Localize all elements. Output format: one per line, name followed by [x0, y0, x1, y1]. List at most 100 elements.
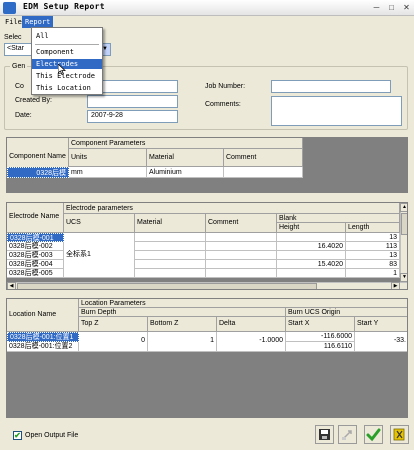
- open-output-checkbox[interactable]: ✔: [13, 431, 22, 440]
- comments-field[interactable]: [271, 96, 402, 126]
- menu-separator: [35, 44, 99, 45]
- electrode-height-cell[interactable]: [277, 251, 346, 260]
- scroll-thumb[interactable]: [401, 213, 407, 235]
- start-y-header: Start Y: [355, 317, 407, 332]
- comment-header: Comment: [224, 149, 303, 167]
- close-button[interactable]: ✕: [401, 3, 412, 13]
- component-units-cell[interactable]: mm: [69, 167, 147, 178]
- component-material-cell[interactable]: Aluminium: [147, 167, 224, 178]
- minimize-button[interactable]: ─: [371, 3, 382, 13]
- title-bar: EDM Setup Report ─ □ ✕: [0, 0, 414, 16]
- material-header: Material: [147, 149, 224, 167]
- bottom-z-cell[interactable]: 1: [148, 332, 217, 352]
- electrode-height-cell[interactable]: 15.4020: [277, 260, 346, 269]
- component-grid: Component Name Component Parameters Unit…: [6, 137, 408, 193]
- electrode-comment-cell[interactable]: [206, 260, 277, 269]
- menu-item-electrodes[interactable]: Electrodes: [32, 59, 102, 69]
- maximize-button[interactable]: □: [386, 3, 397, 13]
- save-button[interactable]: [315, 425, 334, 444]
- delta-cell[interactable]: -1.0000: [217, 332, 286, 352]
- menu-item-this-location[interactable]: This Location: [32, 83, 102, 93]
- date-value: 2007-9-28: [91, 112, 123, 119]
- electrode-comment-cell[interactable]: [206, 269, 277, 278]
- electrode-length-cell[interactable]: 13: [346, 233, 400, 242]
- location-parameters-header: Location Parameters: [79, 299, 407, 308]
- electrode-material-cell[interactable]: [135, 269, 206, 278]
- date-label: Date:: [15, 112, 32, 119]
- mouse-cursor-icon: [58, 64, 66, 75]
- date-field[interactable]: 2007-9-28: [87, 110, 178, 123]
- electrode-comment-cell[interactable]: [206, 233, 277, 242]
- electrode-height-cell[interactable]: [277, 269, 346, 278]
- units-header: Units: [69, 149, 147, 167]
- menu-item-this-electrode[interactable]: This Electrode: [32, 71, 102, 81]
- electrode-material-cell[interactable]: [135, 251, 206, 260]
- electrode-row-name[interactable]: 0328后模-002: [7, 242, 64, 251]
- start-x-cell[interactable]: -116.6000: [286, 332, 355, 342]
- electrode-material-cell[interactable]: [135, 233, 206, 242]
- electrode-material-header: Material: [135, 214, 206, 233]
- select-label: Selec: [4, 34, 22, 41]
- electrode-row-name[interactable]: 0328后模-005: [7, 269, 64, 278]
- electrode-length-cell[interactable]: 1: [346, 269, 400, 278]
- electrode-comment-cell[interactable]: [206, 242, 277, 251]
- electrode-name-header: Electrode Name: [7, 203, 64, 233]
- electrode-height-cell[interactable]: 16.4020: [277, 242, 346, 251]
- electrode-horizontal-scrollbar[interactable]: ◀ ▶: [7, 282, 407, 289]
- scroll-right-arrow-icon[interactable]: ▶: [391, 282, 400, 289]
- start-x-cell[interactable]: 116.6110: [286, 342, 355, 352]
- window-title: EDM Setup Report: [23, 2, 105, 11]
- electrode-material-cell[interactable]: [135, 260, 206, 269]
- ucs-header: UCS: [64, 214, 135, 233]
- electrode-row-name[interactable]: 0328后模-004: [7, 260, 64, 269]
- exit-button[interactable]: [390, 425, 409, 444]
- electrode-row-name[interactable]: 0328后模-003: [7, 251, 64, 260]
- blank-header: Blank: [277, 214, 400, 223]
- location-row-name[interactable]: 0328后模-001:位置1: [7, 332, 79, 342]
- exit-icon: [393, 428, 405, 441]
- component-label: Co: [15, 83, 24, 90]
- location-row-name[interactable]: 0328后模-001:位置2: [7, 342, 79, 352]
- location-name-header: Location Name: [7, 299, 79, 332]
- electrode-length-cell[interactable]: 83: [346, 260, 400, 269]
- electrode-height-cell[interactable]: [277, 233, 346, 242]
- location-grid: Location Name Location Parameters Burn D…: [6, 298, 408, 418]
- electrode-parameters-header: Electrode parameters: [64, 203, 400, 214]
- menu-item-all[interactable]: All: [32, 31, 102, 41]
- comments-label: Comments:: [205, 101, 241, 108]
- electrode-vertical-scrollbar[interactable]: ▲ ▼: [400, 203, 407, 282]
- electrode-length-cell[interactable]: 13: [346, 251, 400, 260]
- disabled-tool-icon: [342, 430, 352, 440]
- report-menu-dropdown: All Component Electrodes This Electrode …: [31, 27, 103, 95]
- created-by-field[interactable]: [87, 95, 178, 108]
- ucs-merged-cell[interactable]: 全标系1: [64, 233, 135, 278]
- bottom-z-header: Bottom Z: [148, 317, 217, 332]
- top-z-header: Top Z: [79, 317, 148, 332]
- electrode-comment-header: Comment: [206, 214, 277, 233]
- check-icon: [366, 428, 381, 442]
- scroll-up-arrow-icon[interactable]: ▲: [400, 203, 407, 212]
- app-icon: [3, 2, 16, 14]
- job-number-field[interactable]: [271, 80, 391, 93]
- start-y-cell[interactable]: -33.: [355, 332, 407, 352]
- select-value: <Star: [7, 45, 24, 52]
- electrode-length-cell[interactable]: 113: [346, 242, 400, 251]
- scroll-thumb[interactable]: [17, 283, 317, 289]
- disabled-tool-button[interactable]: [338, 425, 357, 444]
- scroll-left-arrow-icon[interactable]: ◀: [7, 282, 16, 289]
- electrode-material-cell[interactable]: [135, 242, 206, 251]
- electrode-row-name[interactable]: 0328后模-001: [7, 233, 64, 242]
- delta-header: Delta: [217, 317, 286, 332]
- component-row-name[interactable]: 0328后模: [7, 167, 69, 178]
- general-group-label: Gen: [10, 62, 28, 71]
- ok-button[interactable]: [364, 425, 383, 444]
- component-comment-cell[interactable]: [224, 167, 303, 178]
- menu-item-component[interactable]: Component: [32, 47, 102, 57]
- electrode-comment-cell[interactable]: [206, 251, 277, 260]
- created-by-label: Created By:: [15, 97, 52, 104]
- burn-ucs-origin-header: Burn UCS Origin: [286, 308, 407, 317]
- top-z-cell[interactable]: 0: [79, 332, 148, 352]
- component-parameters-header: Component Parameters: [69, 138, 303, 149]
- scroll-down-arrow-icon[interactable]: ▼: [400, 273, 407, 282]
- height-header: Height: [277, 223, 346, 233]
